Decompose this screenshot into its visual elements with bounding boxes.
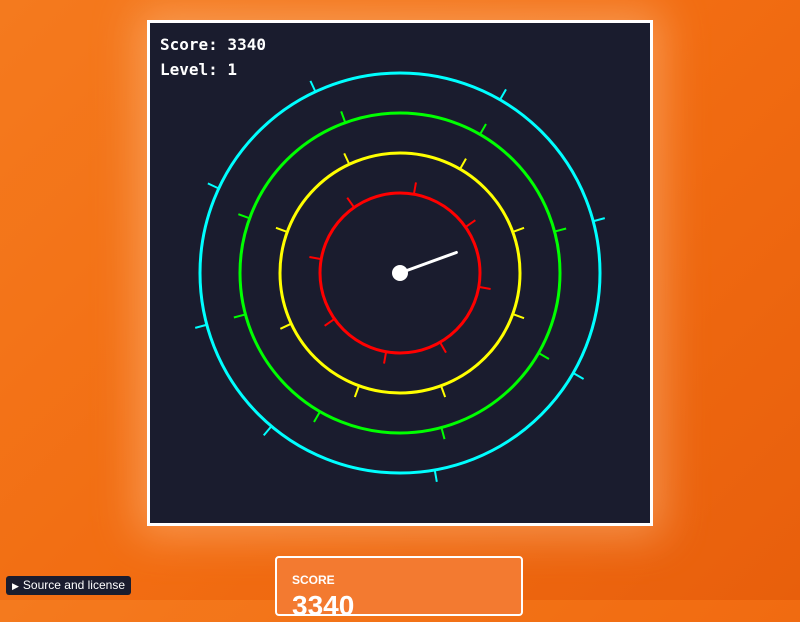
ring-red-tick bbox=[464, 219, 476, 228]
ring-green-tick bbox=[554, 227, 567, 233]
ring-yellow-tick bbox=[275, 226, 288, 233]
score-readout: Score: 3340 bbox=[160, 35, 266, 54]
ring-red-tick bbox=[383, 351, 388, 364]
ring-yellow-tick bbox=[279, 322, 292, 330]
ring-red-tick bbox=[478, 285, 491, 290]
score-panel: SCORE 3340 bbox=[275, 556, 523, 621]
ring-cyan-tick bbox=[309, 80, 317, 93]
ring-cyan-tick bbox=[194, 323, 208, 329]
triangle-right-icon: ▶ bbox=[12, 581, 19, 591]
ring-cyan-tick bbox=[433, 469, 438, 482]
ring-cyan-tick bbox=[572, 372, 585, 380]
center-ball bbox=[392, 265, 408, 281]
score-panel-label: SCORE bbox=[292, 573, 335, 587]
ring-green-tick bbox=[340, 111, 347, 123]
ring-green-tick bbox=[479, 123, 487, 135]
ring-red-tick bbox=[346, 197, 355, 209]
ring-green-tick bbox=[233, 313, 246, 319]
score-panel-value: 3340 bbox=[292, 590, 355, 621]
ring-yellow-tick bbox=[459, 158, 467, 170]
ring-red-tick bbox=[439, 341, 447, 354]
ring-red-tick bbox=[412, 182, 417, 195]
ring-red-tick bbox=[324, 318, 336, 327]
game-board[interactable]: Score: 3340 Level: 1 bbox=[147, 20, 653, 526]
ring-cyan-tick bbox=[207, 182, 220, 190]
ring-cyan-tick bbox=[592, 217, 606, 223]
ring-yellow-tick bbox=[343, 152, 351, 165]
ring-green-tick bbox=[313, 411, 321, 423]
ring-cyan-tick bbox=[499, 88, 507, 101]
ring-yellow-tick bbox=[353, 385, 360, 398]
ring-green-tick bbox=[538, 352, 550, 360]
ring-green-tick bbox=[440, 427, 446, 440]
game-canvas[interactable] bbox=[150, 23, 650, 523]
level-readout: Level: 1 bbox=[160, 60, 238, 79]
source-license-label: Source and license bbox=[22, 578, 125, 592]
source-license-toggle[interactable]: ▶ Source and license bbox=[6, 576, 131, 595]
ring-yellow-tick bbox=[440, 385, 447, 398]
ring-yellow-tick bbox=[512, 313, 525, 320]
needle bbox=[398, 250, 458, 275]
ring-cyan-tick bbox=[262, 425, 273, 437]
ring-yellow-tick bbox=[512, 226, 525, 233]
ring-green-tick bbox=[238, 213, 250, 220]
ring-red-tick bbox=[309, 256, 322, 261]
